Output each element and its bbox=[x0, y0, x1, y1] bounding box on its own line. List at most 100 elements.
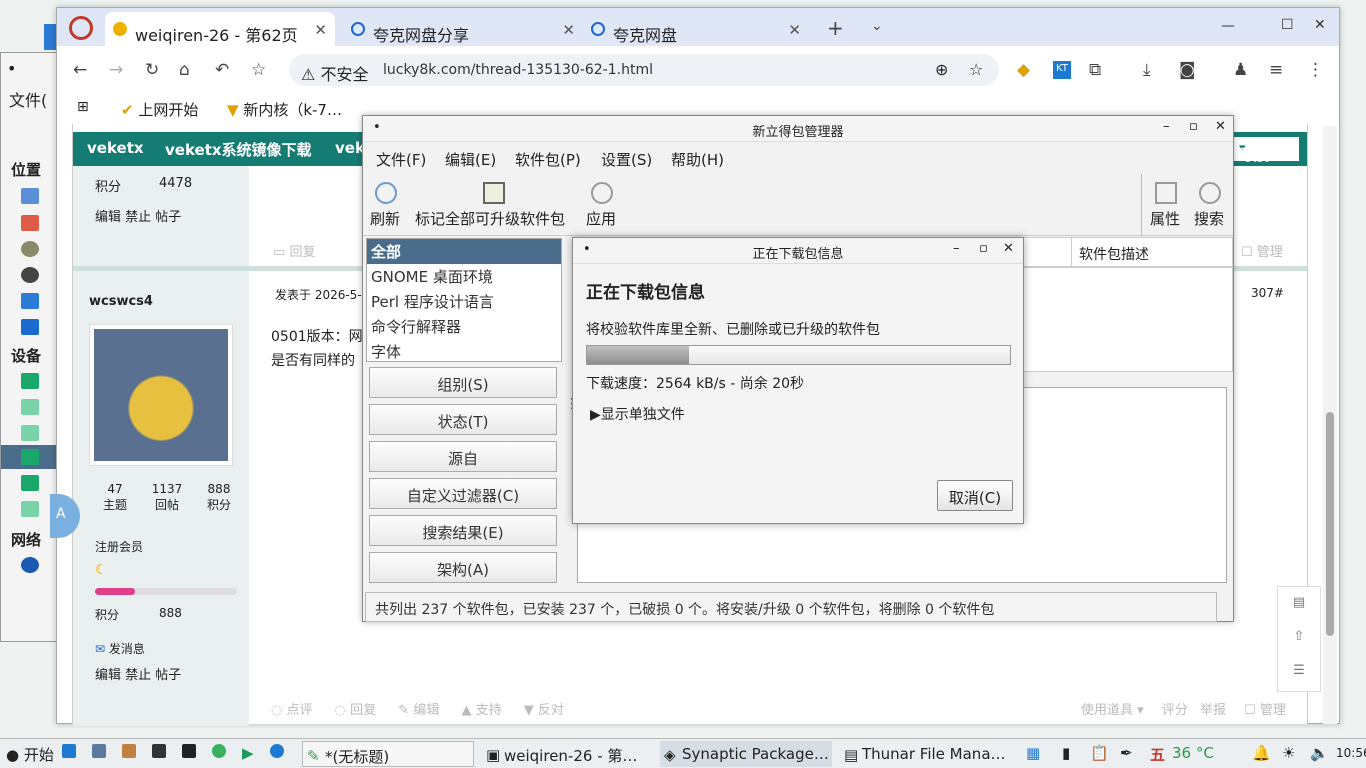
filter-sections-button[interactable]: 组别(S) bbox=[369, 367, 557, 398]
nav-link[interactable]: veketx bbox=[87, 139, 144, 157]
media-player-icon[interactable]: ▶ bbox=[242, 744, 254, 762]
quicklaunch-icon[interactable] bbox=[122, 744, 136, 762]
task-thunar[interactable]: ▤ Thunar File Mana… bbox=[840, 741, 1012, 767]
use-item-link[interactable]: 使用道具 ▾ bbox=[1081, 703, 1144, 718]
security-indicator[interactable]: ⚠ 不安全 bbox=[301, 61, 368, 85]
avatar[interactable] bbox=[89, 324, 233, 466]
minimize-icon[interactable]: – bbox=[953, 241, 960, 256]
apps-icon[interactable]: ⊞ bbox=[77, 99, 89, 115]
computer-icon[interactable] bbox=[21, 188, 39, 204]
category-item[interactable]: Perl 程序设计语言 bbox=[367, 289, 561, 314]
cancel-button[interactable]: 取消(C) bbox=[937, 480, 1013, 511]
workspace-icon[interactable]: ▦ bbox=[1026, 744, 1040, 762]
minimize-icon[interactable]: — bbox=[1221, 18, 1235, 34]
drive-icon[interactable] bbox=[21, 449, 39, 465]
nav-link[interactable]: veketx系统镜像下载 bbox=[165, 139, 312, 160]
manage-top[interactable]: ☐ 管理 bbox=[1241, 241, 1283, 260]
properties-button[interactable]: 属性 bbox=[1150, 208, 1180, 229]
edit-action[interactable]: ✎ 编辑 bbox=[398, 703, 439, 718]
bookmark-start[interactable]: ✔ 上网开始 bbox=[121, 99, 198, 120]
clock[interactable]: 10:56 bbox=[1336, 746, 1366, 760]
task-editor[interactable]: ✎ *(无标题) bbox=[302, 741, 474, 767]
pen-icon[interactable]: ✒ bbox=[1120, 744, 1133, 762]
username[interactable]: wcswcs4 bbox=[89, 294, 153, 309]
menu-icon[interactable]: ⋮ bbox=[1307, 60, 1324, 80]
filter-architecture-button[interactable]: 架构(A) bbox=[369, 552, 557, 583]
quicklaunch-icon[interactable] bbox=[212, 744, 226, 762]
close-icon[interactable]: ✕ bbox=[1003, 241, 1014, 256]
close-window-icon[interactable]: ✕ bbox=[1314, 17, 1326, 33]
bookmark-star-icon[interactable]: ☆ bbox=[251, 60, 266, 80]
window-menu-dot[interactable]: • bbox=[583, 242, 591, 257]
filter-search-results-button[interactable]: 搜索结果(E) bbox=[369, 515, 557, 546]
settings-icon[interactable]: ≡ bbox=[1269, 60, 1283, 80]
mark-upgrade-icon[interactable] bbox=[483, 182, 505, 204]
maximize-icon[interactable]: ☐ bbox=[1281, 17, 1294, 33]
apply-gear-icon[interactable] bbox=[591, 182, 613, 204]
user-actions[interactable]: 编辑 禁止 帖子 bbox=[95, 206, 181, 225]
browser-logo-icon[interactable] bbox=[69, 16, 93, 40]
drive-icon[interactable] bbox=[21, 425, 39, 441]
mark-all-upgrades-button[interactable]: 标记全部可升级软件包 bbox=[415, 208, 565, 229]
reload-icon[interactable]: ↻ bbox=[145, 60, 159, 80]
rate-link[interactable]: 评分 bbox=[1162, 703, 1188, 718]
kt-extension-icon[interactable]: KT bbox=[1053, 61, 1071, 79]
profile-icon[interactable]: ♟ bbox=[1233, 60, 1248, 80]
address-bar[interactable]: ⚠ 不安全 lucky8k.com/thread-135130-62-1.htm… bbox=[289, 54, 999, 86]
reply-action[interactable]: ◌ 回复 bbox=[335, 703, 377, 718]
tab-quark-share[interactable]: 夸克网盘分享 ✕ bbox=[343, 12, 583, 46]
close-icon[interactable]: ✕ bbox=[1215, 119, 1226, 134]
menu-file[interactable]: 文件(F) bbox=[376, 149, 426, 170]
menu-package[interactable]: 软件包(P) bbox=[515, 149, 581, 170]
menu-help[interactable]: 帮助(H) bbox=[671, 149, 724, 170]
category-item[interactable]: 命令行解释器 bbox=[367, 314, 561, 339]
battery-icon[interactable]: ▮ bbox=[1062, 744, 1070, 762]
task-browser[interactable]: ▣ weiqiren-26 - 第… bbox=[482, 741, 652, 767]
category-item[interactable]: 全部 bbox=[367, 239, 561, 264]
filter-custom-button[interactable]: 自定义过滤器(C) bbox=[369, 478, 557, 509]
star-icon[interactable]: ☆ bbox=[969, 60, 983, 79]
drive-icon[interactable] bbox=[21, 501, 39, 517]
tab-search-chevron-icon[interactable]: ⌄ bbox=[871, 18, 883, 34]
task-synaptic[interactable]: ◈ Synaptic Package… bbox=[660, 741, 832, 767]
new-tab-icon[interactable]: + bbox=[827, 16, 844, 40]
rate-action[interactable]: ◌ 点评 bbox=[271, 703, 313, 718]
temperature[interactable]: 36 °C bbox=[1172, 744, 1214, 762]
category-item[interactable]: 字体 bbox=[367, 339, 561, 364]
menu-settings[interactable]: 设置(S) bbox=[601, 149, 652, 170]
notification-icon[interactable]: 🔔 bbox=[1252, 744, 1271, 762]
drive-icon[interactable] bbox=[21, 373, 39, 389]
start-button[interactable]: ● 开始 bbox=[6, 744, 54, 765]
properties-icon[interactable] bbox=[1155, 182, 1177, 204]
zoom-icon[interactable]: ⊕ bbox=[935, 60, 948, 79]
recent-icon[interactable] bbox=[21, 267, 39, 283]
list-icon[interactable]: ☰ bbox=[1278, 655, 1320, 689]
search-button[interactable]: 搜索 bbox=[1194, 208, 1224, 229]
camera-icon[interactable]: ◙ bbox=[1179, 60, 1196, 80]
home-icon[interactable] bbox=[21, 215, 39, 231]
drive-icon[interactable] bbox=[21, 399, 39, 415]
stat-score[interactable]: 888 积分 bbox=[193, 482, 245, 513]
filter-status-button[interactable]: 状态(T) bbox=[369, 404, 557, 435]
close-icon[interactable]: ✕ bbox=[314, 21, 327, 39]
home-icon[interactable]: ⌂ bbox=[179, 60, 190, 80]
quicklaunch-icon[interactable] bbox=[92, 744, 106, 762]
desktop-icon[interactable] bbox=[21, 241, 39, 257]
brightness-icon[interactable]: ☀ bbox=[1282, 744, 1295, 762]
file-menu[interactable]: 文件( bbox=[9, 87, 47, 111]
terminal-icon[interactable] bbox=[182, 744, 196, 762]
stat-replies[interactable]: 1137 回帖 bbox=[141, 482, 193, 513]
refresh-icon[interactable] bbox=[375, 182, 397, 204]
search-icon[interactable] bbox=[1199, 182, 1221, 204]
window-menu-dot[interactable]: • bbox=[7, 59, 16, 78]
extension-icon[interactable]: ◆ bbox=[1017, 60, 1030, 80]
volume-icon[interactable]: 🔈 bbox=[1310, 744, 1329, 762]
comment-float-icon[interactable]: ▤ bbox=[1278, 587, 1320, 621]
undo-icon[interactable]: ↶ bbox=[215, 60, 229, 80]
apply-button[interactable]: 应用 bbox=[586, 208, 616, 229]
reply-action[interactable]: ▭ 回复 bbox=[273, 241, 315, 260]
filter-origin-button[interactable]: 源自 bbox=[369, 441, 557, 472]
send-message-link[interactable]: ✉ 发消息 bbox=[95, 640, 145, 657]
network-icon[interactable] bbox=[21, 557, 39, 573]
close-icon[interactable]: ✕ bbox=[788, 21, 801, 39]
